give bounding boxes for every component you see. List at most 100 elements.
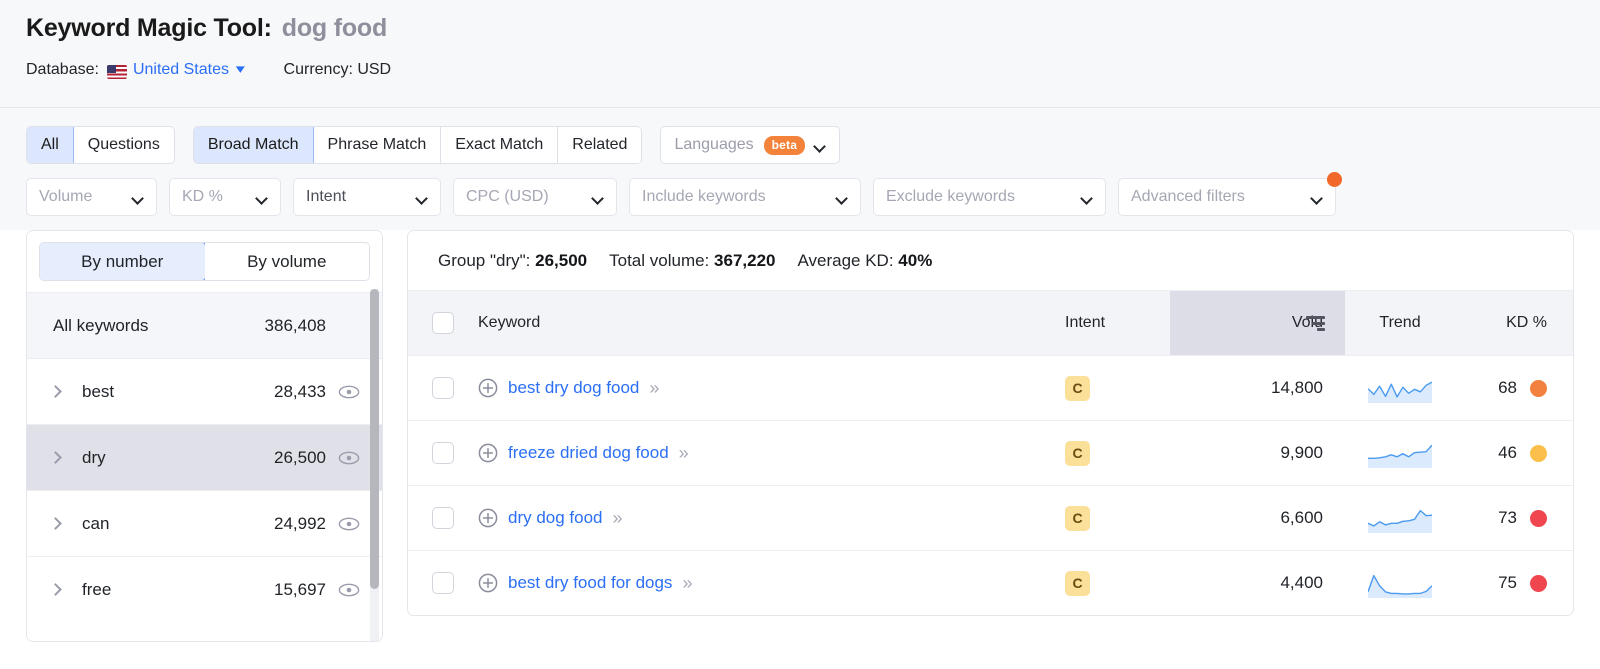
- row-checkbox[interactable]: [432, 572, 454, 594]
- kd-status-dot-icon: [1530, 444, 1547, 462]
- row-select-cell: [408, 507, 478, 529]
- tab-group-type: All Questions: [26, 126, 175, 164]
- filter-advanced[interactable]: Advanced filters: [1118, 172, 1342, 216]
- column-header-volume[interactable]: Volu: [1170, 291, 1345, 355]
- add-keyword-icon[interactable]: [478, 508, 498, 528]
- tab-broad-match[interactable]: Broad Match: [193, 127, 314, 163]
- filter-include-keywords[interactable]: Include keywords: [629, 178, 861, 216]
- select-all-checkbox[interactable]: [432, 312, 454, 334]
- filter-volume-label: Volume: [39, 188, 93, 205]
- volume-value: 4,400: [1280, 573, 1323, 592]
- expand-keyword-icon[interactable]: »: [613, 508, 623, 529]
- kd-cell: 75: [1455, 573, 1573, 593]
- trend-sparkline: [1368, 509, 1432, 533]
- eye-icon[interactable]: [338, 583, 360, 597]
- column-header-kd[interactable]: KD %: [1455, 314, 1573, 332]
- expand-keyword-icon[interactable]: »: [682, 573, 692, 594]
- chevron-down-icon: [133, 194, 144, 201]
- intent-badge[interactable]: C: [1065, 375, 1090, 401]
- header-meta: Database: United States ▾ Currency: USD: [26, 61, 1574, 79]
- table-row[interactable]: freeze dried dog food » C 9,900 46: [408, 420, 1573, 485]
- chevron-down-icon: [593, 194, 604, 201]
- filter-dropdowns-row: Volume KD % Intent CPC (USD) Include key…: [26, 172, 1574, 216]
- volume-value: 14,800: [1271, 378, 1323, 397]
- tab-related[interactable]: Related: [558, 127, 642, 163]
- column-header-keyword-label: Keyword: [478, 314, 541, 331]
- languages-dropdown[interactable]: Languages beta: [660, 126, 841, 164]
- summary-bar: Group "dry": 26,500 Total volume: 367,22…: [408, 231, 1573, 291]
- chevron-down-icon: [1082, 194, 1093, 201]
- kd-status-dot-icon: [1530, 509, 1547, 527]
- sort-descending-icon[interactable]: [1306, 315, 1325, 331]
- group-count: 28,433: [274, 381, 326, 401]
- expand-keyword-icon[interactable]: »: [679, 443, 689, 464]
- keyword-link[interactable]: best dry food for dogs: [508, 573, 672, 593]
- column-header-intent[interactable]: Intent: [1065, 314, 1170, 332]
- sidebar-scrollbar-thumb[interactable]: [370, 289, 379, 589]
- chevron-down-icon: [417, 194, 428, 201]
- kd-value: 46: [1498, 443, 1517, 462]
- keyword-cell: dry dog food »: [478, 508, 1065, 529]
- toggle-by-volume[interactable]: By volume: [204, 243, 369, 280]
- group-count: 15,697: [274, 579, 326, 599]
- add-keyword-icon[interactable]: [478, 573, 498, 593]
- database-selector[interactable]: United States: [133, 61, 229, 79]
- filter-volume[interactable]: Volume: [26, 178, 157, 216]
- page-title-keyword: dog food: [281, 14, 388, 42]
- column-header-trend[interactable]: Trend: [1345, 314, 1455, 332]
- summary-group-label: Group "dry":: [438, 250, 531, 270]
- chevron-right-icon[interactable]: [49, 583, 62, 596]
- group-count: 24,992: [274, 513, 326, 533]
- sidebar-item-dry[interactable]: dry 26,500: [27, 424, 382, 490]
- row-select-cell: [408, 377, 478, 399]
- sidebar-item-all-keywords[interactable]: All keywords 386,408: [27, 292, 382, 358]
- filter-cpc[interactable]: CPC (USD): [453, 178, 617, 216]
- keyword-link[interactable]: best dry dog food: [508, 378, 639, 398]
- sidebar-item-free[interactable]: free 15,697: [27, 556, 382, 622]
- filter-intent[interactable]: Intent: [293, 178, 441, 216]
- sidebar-item-best[interactable]: best 28,433: [27, 358, 382, 424]
- keyword-link[interactable]: freeze dried dog food: [508, 443, 669, 463]
- row-checkbox[interactable]: [432, 442, 454, 464]
- chevron-right-icon[interactable]: [49, 451, 62, 464]
- intent-badge[interactable]: C: [1065, 570, 1090, 596]
- filter-cpc-label: CPC (USD): [466, 188, 549, 205]
- column-header-keyword[interactable]: Keyword: [478, 314, 1065, 332]
- chevron-right-icon[interactable]: [49, 517, 62, 530]
- keyword-cell: best dry dog food »: [478, 378, 1065, 399]
- tab-all[interactable]: All: [27, 127, 74, 163]
- add-keyword-icon[interactable]: [478, 443, 498, 463]
- keyword-groups-sidebar: By number By volume All keywords 386,408…: [26, 230, 383, 642]
- row-checkbox[interactable]: [432, 507, 454, 529]
- eye-icon[interactable]: [338, 451, 360, 465]
- table-row[interactable]: best dry dog food » C 14,800 68: [408, 355, 1573, 420]
- filter-exclude-keywords[interactable]: Exclude keywords: [873, 178, 1106, 216]
- row-checkbox[interactable]: [432, 377, 454, 399]
- tab-phrase-match[interactable]: Phrase Match: [313, 127, 442, 163]
- add-keyword-icon[interactable]: [478, 378, 498, 398]
- tab-exact-match[interactable]: Exact Match: [441, 127, 559, 163]
- filter-kd[interactable]: KD %: [169, 178, 281, 216]
- column-header-kd-label: KD %: [1506, 314, 1547, 331]
- sort-toggle: By number By volume: [39, 242, 370, 281]
- table-row[interactable]: dry dog food » C 6,600 73: [408, 485, 1573, 550]
- sidebar-item-can[interactable]: can 24,992: [27, 490, 382, 556]
- expand-keyword-icon[interactable]: »: [649, 378, 659, 399]
- eye-icon[interactable]: [338, 517, 360, 531]
- eye-icon[interactable]: [338, 385, 360, 399]
- intent-badge[interactable]: C: [1065, 440, 1090, 466]
- chevron-right-icon[interactable]: [49, 385, 62, 398]
- chevron-down-icon: [837, 194, 848, 201]
- chevron-down-icon[interactable]: ▾: [236, 61, 245, 77]
- filter-kd-label: KD %: [182, 188, 223, 205]
- toggle-by-number[interactable]: By number: [40, 243, 206, 280]
- filter-intent-label: Intent: [306, 188, 347, 205]
- main-content: By number By volume All keywords 386,408…: [0, 230, 1600, 642]
- table-row[interactable]: best dry food for dogs » C 4,400 75: [408, 550, 1573, 615]
- tab-questions[interactable]: Questions: [73, 127, 174, 163]
- languages-label: Languages: [674, 136, 754, 153]
- table-body: best dry dog food » C 14,800 68 freeze d…: [408, 355, 1573, 615]
- keyword-link[interactable]: dry dog food: [508, 508, 603, 528]
- intent-badge[interactable]: C: [1065, 505, 1090, 531]
- filter-advanced-label: Advanced filters: [1131, 188, 1245, 205]
